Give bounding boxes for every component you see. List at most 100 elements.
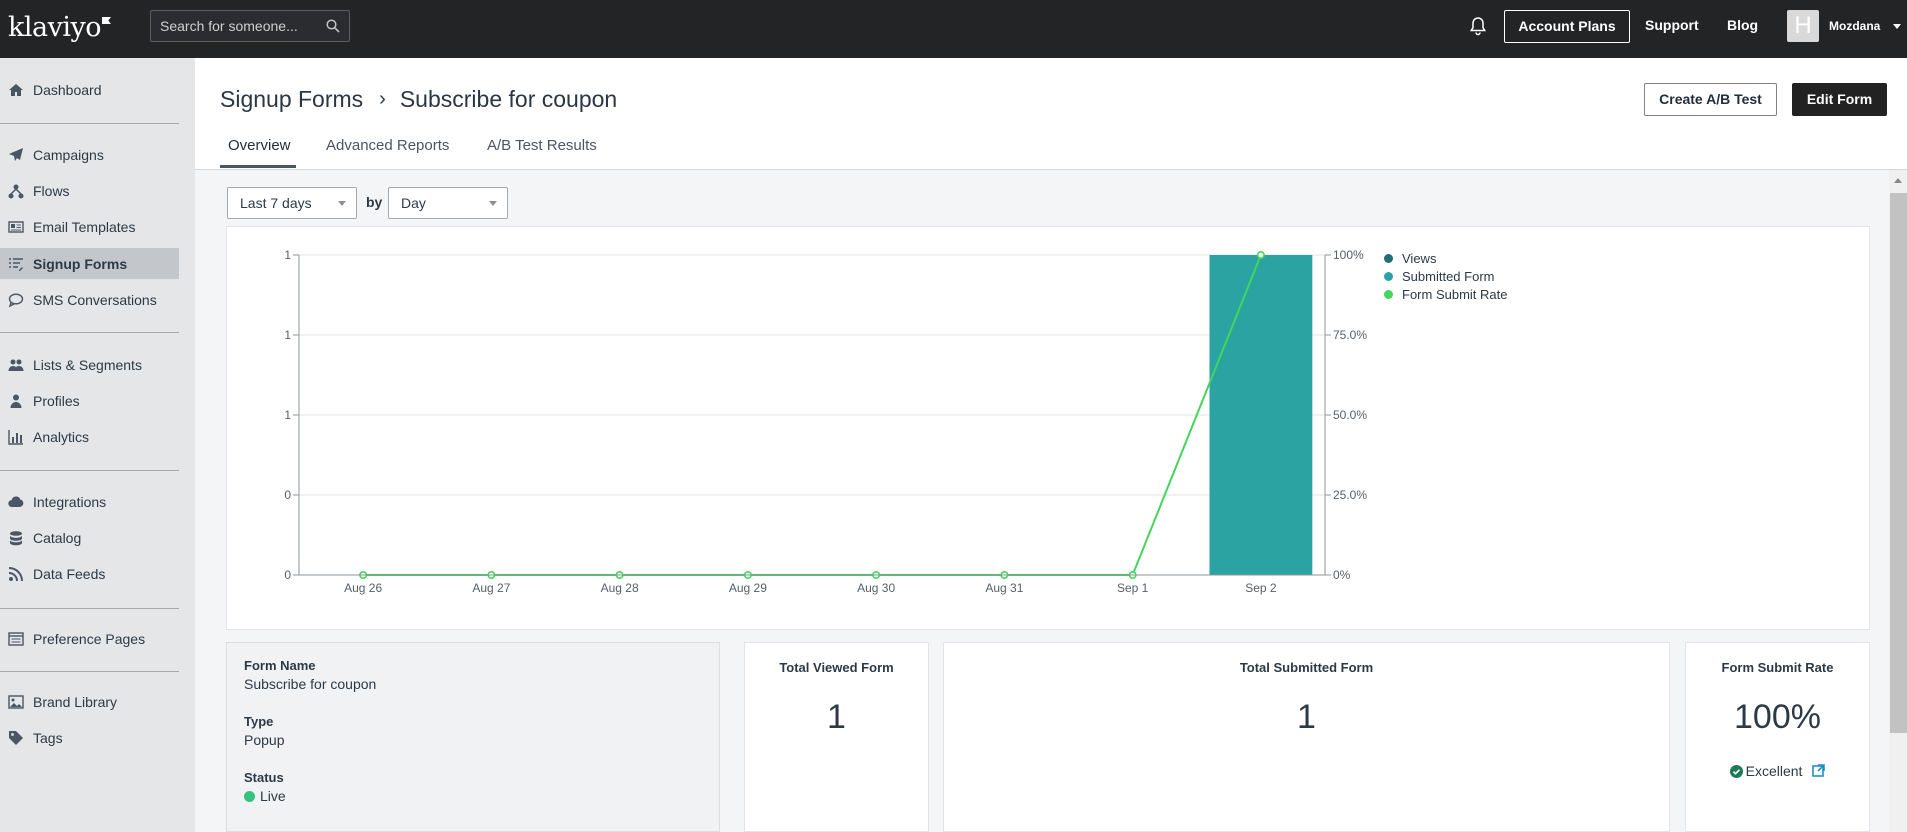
scrollbar-thumb[interactable] (1890, 193, 1907, 733)
external-link-icon[interactable] (1812, 764, 1826, 777)
total-submitted-value: 1 (1297, 698, 1316, 736)
y2-axis-tick-label: 75.0% (1333, 328, 1367, 342)
support-link[interactable]: Support (1645, 17, 1699, 33)
x-axis-tick-label: Sep 2 (1245, 581, 1277, 595)
sidebar-item-email-templates[interactable]: Email Templates (0, 211, 179, 242)
y2-axis-tick-label: 25.0% (1333, 488, 1367, 502)
active-tab-indicator (220, 165, 296, 168)
sidebar-item-lists-segments[interactable]: Lists & Segments (0, 349, 179, 380)
search-icon[interactable] (326, 19, 340, 33)
rating-label: Excellent (1745, 763, 1803, 779)
sidebar-divider (0, 123, 179, 124)
page-header: Signup Forms › Subscribe for coupon Crea… (195, 58, 1907, 170)
tab-advanced-reports[interactable]: Advanced Reports (326, 137, 449, 164)
paper-plane-icon (9, 147, 23, 161)
form-list-icon (9, 257, 23, 271)
status-value: Live (260, 788, 286, 804)
y-axis-tick-label: 0 (284, 488, 291, 502)
edit-form-button[interactable]: Edit Form (1792, 83, 1887, 116)
sidebar-item-data-feeds[interactable]: Data Feeds (0, 558, 179, 589)
total-viewed-card: Total Viewed Form 1 (744, 642, 929, 832)
tab-overview[interactable]: Overview (228, 137, 291, 164)
sidebar-divider (0, 671, 179, 672)
submit-rate-card: Form Submit Rate 100% Excellent (1685, 642, 1870, 832)
y2-axis-tick-label: 50.0% (1333, 408, 1367, 422)
legend-dot (1384, 271, 1393, 281)
sidebar-item-campaigns[interactable]: Campaigns (0, 139, 179, 170)
granularity-select[interactable]: Day (388, 187, 508, 219)
sidebar-item-preference-pages[interactable]: Preference Pages (0, 623, 179, 654)
chart-card: 1 100% 1 75.0% 1 50.0% 0 25.0% 0 0% Aug 26 Aug 27 Au… (226, 226, 1870, 630)
total-submitted-card: Total Submitted Form 1 (943, 642, 1670, 832)
chat-icon (8, 292, 24, 307)
sidebar-item-analytics[interactable]: Analytics (0, 421, 179, 452)
search-input[interactable] (151, 11, 321, 41)
sidebar-item-brand-library[interactable]: Brand Library (0, 686, 179, 717)
sidebar-item-integrations[interactable]: Integrations (0, 486, 179, 517)
sidebar-item-label: Brand Library (33, 693, 118, 710)
tab-ab-test-results[interactable]: A/B Test Results (487, 137, 597, 164)
submit-rate-point (1256, 250, 1265, 259)
bell-icon[interactable] (1469, 16, 1487, 36)
search-box[interactable] (150, 10, 350, 42)
sidebar-item-label: Analytics (33, 428, 90, 445)
by-label: by (366, 194, 383, 210)
user-name[interactable]: Mozdana (1829, 19, 1880, 33)
total-submitted-label: Total Submitted Form (1239, 660, 1374, 675)
submit-rate-label: Form Submit Rate (1721, 660, 1834, 675)
chart-grid (299, 254, 1325, 576)
type-label: Type (244, 714, 274, 729)
y2-axis-tick-label: 100% (1333, 248, 1364, 262)
cloud-icon (8, 496, 24, 507)
avatar[interactable]: H (1787, 10, 1819, 42)
form-name-label: Form Name (244, 658, 316, 673)
main-content: Signup Forms › Subscribe for coupon Crea… (195, 58, 1907, 832)
sidebar-item-label: Campaigns (33, 146, 104, 163)
sidebar-item-label: Lists & Segments (33, 356, 142, 373)
y-axis-tick-label: 1 (284, 408, 291, 422)
template-icon (8, 220, 24, 233)
klaviyo-logo[interactable]: klaviyo (8, 12, 111, 43)
x-axis-tick-label: Aug 26 (344, 581, 382, 595)
sidebar-item-sms-conversations[interactable]: SMS Conversations (0, 284, 179, 315)
sidebar-item-dashboard[interactable]: Dashboard (0, 74, 179, 105)
create-ab-test-button[interactable]: Create A/B Test (1644, 83, 1777, 116)
account-plans-button[interactable]: Account Plans (1504, 10, 1630, 43)
sidebar-item-label: Tags (33, 729, 63, 746)
users-icon (8, 359, 24, 371)
breadcrumb-parent-link[interactable]: Signup Forms (220, 86, 363, 113)
blog-link[interactable]: Blog (1727, 17, 1758, 33)
legend-item-submitted-form[interactable]: Submitted Form (1384, 267, 1507, 285)
type-value: Popup (244, 732, 285, 748)
chevron-down-icon[interactable] (1893, 24, 1901, 29)
legend-item-views[interactable]: Views (1384, 249, 1507, 267)
form-name-value: Subscribe for coupon (244, 676, 377, 692)
y-axis-tick-label: 1 (284, 328, 291, 342)
sidebar-item-flows[interactable]: Flows (0, 175, 179, 206)
sidebar-item-label: Email Templates (33, 218, 136, 235)
sidebar: Dashboard Campaigns Flows Email Template… (0, 58, 195, 832)
sidebar-divider (0, 332, 179, 333)
rating-badge: Excellent (1686, 763, 1869, 779)
sidebar-item-tags[interactable]: Tags (0, 722, 179, 753)
tag-icon (9, 730, 23, 745)
legend-item-form-submit-rate[interactable]: Form Submit Rate (1384, 285, 1507, 303)
logo-flag-icon (102, 17, 111, 24)
sidebar-item-label: Integrations (33, 493, 107, 510)
chart: 1 100% 1 75.0% 1 50.0% 0 25.0% 0 0% Aug 26 Aug 27 Au… (284, 248, 1367, 595)
legend-dot (1384, 253, 1393, 263)
total-viewed-label: Total Viewed Form (779, 660, 894, 675)
page-icon (8, 631, 24, 646)
scroll-up-arrow-icon[interactable] (1894, 178, 1902, 183)
chart-legend: Views Submitted Form Form Submit Rate (1384, 249, 1507, 303)
chart-ticks: 1 100% 1 75.0% 1 50.0% 0 25.0% 0 0% Aug 26 Aug 27 Au… (284, 248, 1367, 595)
sidebar-item-profiles[interactable]: Profiles (0, 385, 179, 416)
date-range-select[interactable]: Last 7 days (227, 187, 357, 219)
status-label: Status (244, 770, 284, 785)
chevron-down-icon (338, 201, 346, 206)
sidebar-item-signup-forms[interactable]: Signup Forms (0, 248, 179, 279)
sidebar-item-catalog[interactable]: Catalog (0, 522, 179, 553)
chevron-down-icon (489, 201, 497, 206)
breadcrumb-separator-icon: › (379, 88, 386, 110)
status-badge: Live (244, 788, 286, 804)
